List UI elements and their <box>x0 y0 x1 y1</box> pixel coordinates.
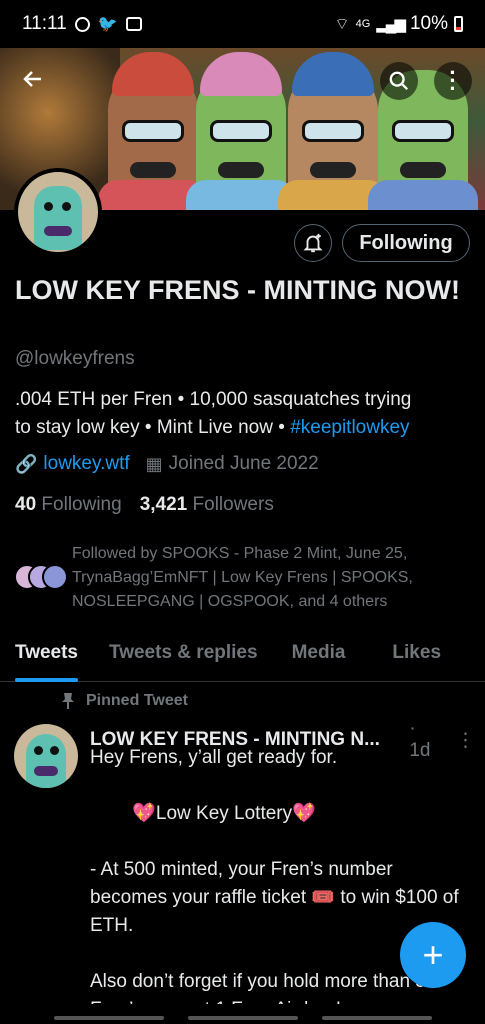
do-not-disturb-icon <box>74 16 90 32</box>
battery-label: 10% <box>409 13 448 34</box>
more-options-button[interactable]: · · · <box>434 62 472 100</box>
following-button[interactable]: Following <box>342 224 470 262</box>
followed-by-text: Followed by SPOOKS - Phase 2 Mint, June … <box>72 545 413 610</box>
network-label: 4G <box>355 18 371 30</box>
nav-indicator <box>322 1016 432 1020</box>
twitter-icon: 🐦 <box>97 16 118 33</box>
pinned-label: Pinned Tweet <box>86 692 188 709</box>
notifications-button[interactable] <box>294 224 332 262</box>
following-count: 40 <box>15 494 37 515</box>
banner-character <box>278 52 388 210</box>
gallery-icon <box>125 17 142 31</box>
follower-avatars <box>14 564 72 604</box>
tweet-body[interactable]: Hey Frens, y’all get ready for. 💖Low Key… <box>90 744 470 1024</box>
website-link[interactable]: lowkey.wtf <box>43 453 129 475</box>
search-button[interactable] <box>380 62 418 100</box>
avatar-eye <box>50 746 59 755</box>
avatar-character <box>34 186 82 250</box>
banner-character <box>186 52 296 210</box>
nav-indicator <box>54 1016 164 1020</box>
following-label: Following <box>41 494 122 515</box>
profile-meta: 🔗 lowkey.wtf ▦ Joined June 2022 <box>15 453 319 475</box>
link-icon: 🔗 <box>15 453 38 474</box>
wifi-icon: ⌔ <box>334 16 350 33</box>
arrow-left-icon <box>23 71 41 87</box>
search-icon <box>389 71 409 91</box>
profile-handle: @lowkeyfrens <box>15 348 135 369</box>
tweet-avatar[interactable] <box>14 724 78 788</box>
avatar-character <box>26 734 66 788</box>
tab-likes[interactable]: Likes <box>392 634 441 681</box>
bell-plus-icon <box>303 233 323 253</box>
clock: 11:11 <box>22 13 67 34</box>
bio-text: to stay low key • Mint Live now • <box>15 417 291 438</box>
followers-count-link[interactable]: 3,421 Followers <box>140 494 274 516</box>
bio-line: to stay low key • Mint Live now • #keepi… <box>15 414 475 442</box>
profile-avatar[interactable] <box>14 168 102 256</box>
tab-tweets[interactable]: Tweets <box>15 634 79 682</box>
nav-indicator <box>188 1016 298 1020</box>
follow-counts: 40 Following 3,421 Followers <box>15 494 274 516</box>
back-button[interactable] <box>14 60 52 98</box>
avatar-mouth <box>44 226 72 236</box>
following-count-link[interactable]: 40 Following <box>15 494 122 516</box>
more-vertical-icon: · · · <box>449 60 457 101</box>
status-bar: 11:11 🐦 ⌔ 4G ▂▄▆ 10% <box>0 0 485 48</box>
followers-label: Followers <box>192 494 274 515</box>
signal-icon: ▂▄▆ <box>376 16 406 33</box>
followers-count: 3,421 <box>139 494 188 515</box>
profile-name: LOW KEY FRENS - MINTING NOW! <box>15 275 460 305</box>
avatar-eye <box>44 202 53 211</box>
hashtag-link[interactable]: #keepitlowkey <box>290 417 409 438</box>
compose-tweet-button[interactable]: + <box>400 922 466 988</box>
joined-date: Joined June 2022 <box>168 453 319 474</box>
pinned-indicator: Pinned Tweet <box>60 692 188 710</box>
avatar-eye <box>62 202 71 211</box>
pin-icon <box>62 693 74 709</box>
calendar-icon: ▦ <box>145 453 163 474</box>
avatar-mouth <box>34 766 58 776</box>
follower-avatar <box>42 564 68 590</box>
battery-icon <box>454 16 463 32</box>
banner-character <box>98 52 208 210</box>
tab-tweets-replies[interactable]: Tweets & replies <box>109 634 258 681</box>
profile-tabs: Tweets Tweets & replies Media Likes <box>0 634 485 682</box>
system-nav-bar <box>0 1004 485 1024</box>
plus-icon: + <box>422 934 444 975</box>
bio-line: .004 ETH per Fren • 10,000 sasquatches t… <box>15 389 412 410</box>
followed-by[interactable]: Followed by SPOOKS - Phase 2 Mint, June … <box>14 542 474 614</box>
profile-bio: .004 ETH per Fren • 10,000 sasquatches t… <box>15 386 475 442</box>
avatar-eye <box>34 746 43 755</box>
tab-media[interactable]: Media <box>292 634 346 681</box>
